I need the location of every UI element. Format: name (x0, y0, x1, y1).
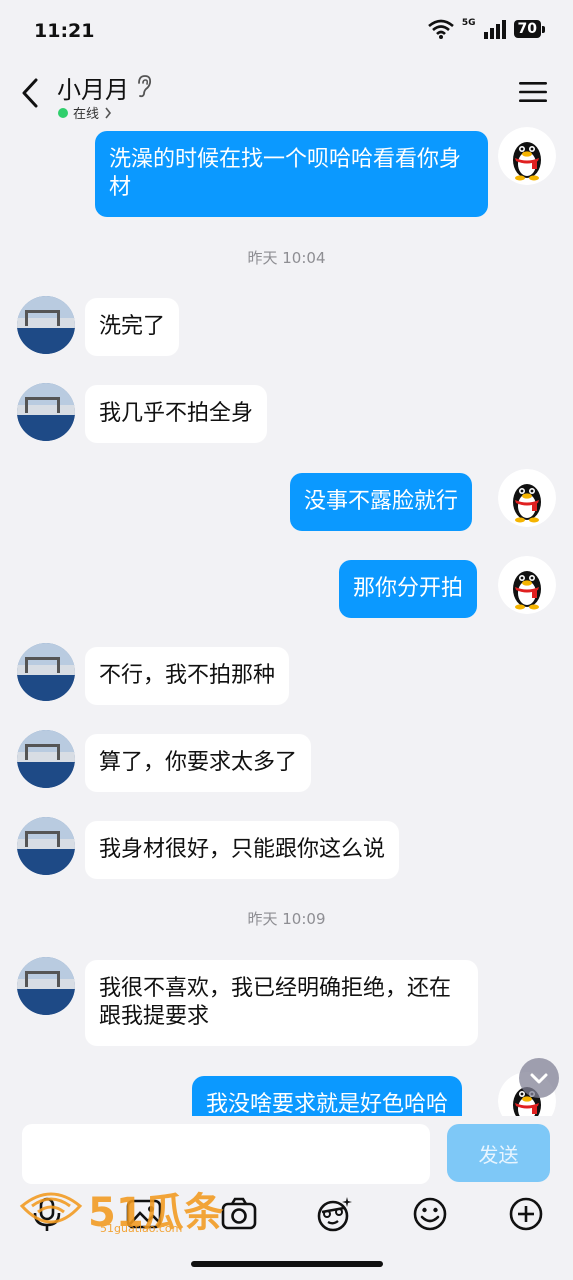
menu-icon[interactable] (519, 80, 547, 104)
ear-icon (138, 75, 152, 98)
back-arrow-icon[interactable] (18, 76, 44, 110)
plus-circle-icon (509, 1197, 543, 1231)
timestamp: 昨天 10:09 (247, 910, 326, 928)
lake-avatar-icon (17, 730, 75, 788)
battery-indicator: 70 (513, 20, 546, 38)
sticker-face-icon (317, 1197, 352, 1232)
watermark: 51瓜条 51guatiao.com (18, 1186, 224, 1240)
message-bubble-outgoing[interactable]: 那你分开拍 (339, 560, 478, 618)
message-input[interactable] (22, 1124, 430, 1184)
emoji-icon (413, 1197, 447, 1231)
contact-avatar[interactable] (17, 957, 75, 1015)
lake-avatar-icon (17, 643, 75, 701)
contact-avatar[interactable] (17, 730, 75, 788)
send-button[interactable]: 发送 (447, 1124, 550, 1182)
scroll-to-bottom-button[interactable] (519, 1058, 559, 1098)
lake-avatar-icon (17, 817, 75, 875)
message-list[interactable]: 洗澡的时候在找一个呗哈哈看看你身材 昨天 10:04 洗完了 我几乎不拍全身 没… (0, 124, 573, 1116)
chat-header: 小月月 在线 (0, 62, 573, 124)
message-bubble-incoming[interactable]: 洗完了 (85, 298, 180, 356)
chevron-right-icon (105, 107, 112, 118)
lake-avatar-icon (17, 383, 75, 441)
contact-avatar[interactable] (17, 817, 75, 875)
online-dot-icon (58, 107, 68, 118)
message-bubble-incoming[interactable]: 我很不喜欢，我已经明确拒绝，还在跟我提要求 (85, 960, 478, 1046)
online-status[interactable]: 在线 (58, 103, 112, 122)
lake-avatar-icon (17, 957, 75, 1015)
message-bubble-outgoing[interactable]: 洗澡的时候在找一个呗哈哈看看你身材 (95, 131, 488, 217)
penguin-avatar-icon (498, 469, 556, 527)
camera-tool[interactable] (219, 1194, 259, 1234)
message-bubble-incoming[interactable]: 我身材很好，只能跟你这么说 (85, 821, 400, 879)
emoji-tool[interactable] (410, 1194, 450, 1234)
penguin-avatar-icon (498, 556, 556, 614)
timestamp: 昨天 10:04 (247, 249, 326, 267)
contact-avatar[interactable] (17, 643, 75, 701)
watermark-logo-icon (19, 1192, 83, 1224)
penguin-avatar-icon (498, 127, 556, 185)
message-bubble-outgoing[interactable]: 我没啥要求就是好色哈哈 (192, 1076, 463, 1116)
message-bubble-incoming[interactable]: 不行，我不拍那种 (85, 647, 290, 705)
chevron-down-icon (530, 1073, 548, 1084)
more-tool[interactable] (506, 1194, 546, 1234)
contact-name[interactable]: 小月月 (57, 70, 129, 105)
signal-icon (483, 20, 506, 39)
camera-icon (221, 1197, 257, 1230)
network-type: 5G (461, 18, 476, 28)
status-bar: 11:21 5G 70 (0, 0, 573, 62)
contact-avatar[interactable] (17, 296, 75, 354)
message-bubble-outgoing[interactable]: 没事不露脸就行 (290, 473, 473, 531)
self-avatar[interactable] (498, 469, 556, 527)
online-status-label: 在线 (73, 107, 100, 122)
wifi-icon (428, 19, 454, 39)
message-bubble-incoming[interactable]: 算了，你要求太多了 (85, 734, 312, 792)
status-time: 11:21 (34, 20, 95, 42)
home-indicator (191, 1261, 383, 1267)
lake-avatar-icon (17, 296, 75, 354)
message-bubble-incoming[interactable]: 我几乎不拍全身 (85, 385, 268, 443)
watermark-url: 51guatiao.com (100, 1222, 183, 1235)
contact-avatar[interactable] (17, 383, 75, 441)
sticker-tool[interactable] (314, 1194, 354, 1234)
self-avatar[interactable] (498, 556, 556, 614)
status-icons: 5G 70 (428, 18, 546, 39)
self-avatar[interactable] (498, 127, 556, 185)
